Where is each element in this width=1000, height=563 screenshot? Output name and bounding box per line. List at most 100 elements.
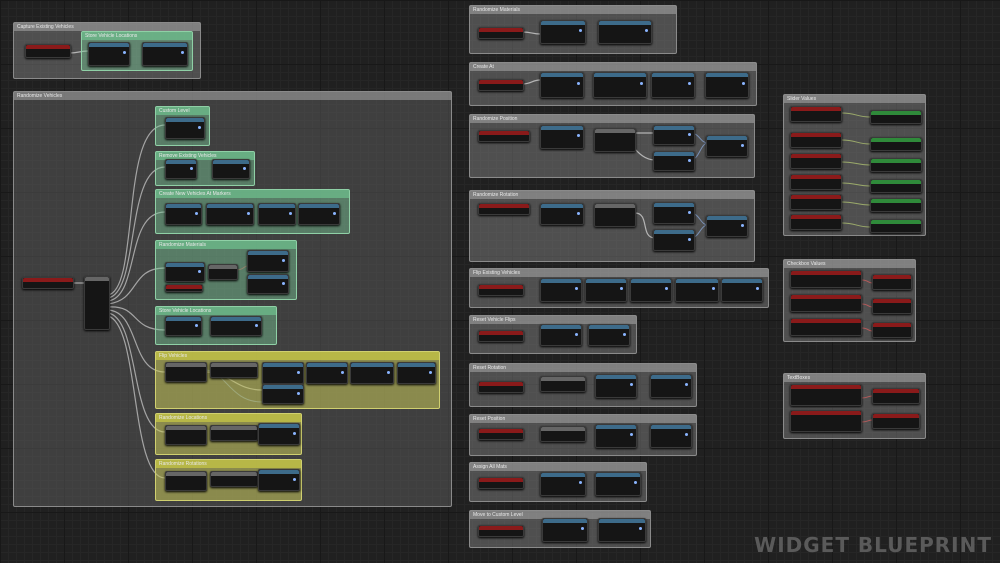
set-node[interactable] (872, 388, 920, 404)
function-node[interactable] (706, 135, 748, 157)
function-node[interactable] (165, 117, 205, 139)
function-node[interactable] (88, 42, 130, 66)
set-node[interactable] (870, 219, 922, 233)
event-node[interactable] (790, 174, 842, 190)
event-node[interactable] (478, 477, 524, 489)
event-node[interactable] (478, 27, 524, 39)
event-node[interactable] (790, 318, 862, 336)
function-node[interactable] (598, 20, 652, 44)
event-node[interactable] (478, 130, 530, 142)
function-node[interactable] (653, 125, 695, 145)
function-node[interactable] (540, 324, 582, 346)
event-node[interactable] (790, 294, 862, 312)
function-node[interactable] (585, 278, 627, 302)
function-node[interactable] (675, 278, 719, 302)
function-node[interactable] (630, 278, 672, 302)
function-node[interactable] (651, 72, 695, 98)
watermark: WIDGET BLUEPRINT (754, 533, 992, 557)
set-node[interactable] (872, 298, 912, 314)
set-node[interactable] (870, 110, 922, 124)
flow-node[interactable] (210, 425, 258, 441)
event-node[interactable] (790, 384, 862, 406)
function-node[interactable] (540, 203, 584, 225)
function-node[interactable] (542, 518, 588, 542)
set-node[interactable] (870, 158, 922, 172)
function-node[interactable] (595, 472, 641, 496)
function-node[interactable] (540, 472, 586, 496)
comment-title: Reset Vehicle Flips (470, 316, 636, 324)
function-node[interactable] (212, 159, 250, 179)
function-node[interactable] (588, 324, 630, 346)
comment-title: Store Vehicle Locations (82, 32, 192, 40)
function-node[interactable] (262, 384, 304, 404)
event-node[interactable] (478, 428, 524, 440)
set-node[interactable] (870, 179, 922, 193)
flow-node[interactable] (540, 426, 586, 442)
function-node[interactable] (247, 250, 289, 272)
function-node[interactable] (298, 203, 340, 225)
function-node[interactable] (350, 362, 394, 384)
function-node[interactable] (165, 159, 197, 179)
flow-node[interactable] (540, 376, 586, 392)
set-node[interactable] (870, 137, 922, 151)
flow-node[interactable] (165, 425, 207, 445)
event-node[interactable] (478, 284, 524, 296)
function-node[interactable] (210, 316, 262, 336)
event-node[interactable] (478, 79, 524, 91)
flow-node[interactable] (210, 471, 258, 487)
function-node[interactable] (595, 374, 637, 398)
function-node[interactable] (258, 203, 296, 225)
event-node[interactable] (478, 381, 524, 393)
event-node[interactable] (478, 330, 524, 342)
function-node[interactable] (721, 278, 763, 302)
event-node[interactable] (790, 270, 862, 288)
event-node[interactable] (790, 214, 842, 230)
function-node[interactable] (397, 362, 436, 384)
function-node[interactable] (595, 424, 637, 448)
set-node[interactable] (872, 274, 912, 290)
function-node[interactable] (540, 72, 584, 98)
function-node[interactable] (262, 362, 304, 384)
function-node[interactable] (540, 278, 582, 302)
function-node[interactable] (258, 469, 300, 491)
function-node[interactable] (540, 20, 586, 44)
function-node[interactable] (165, 316, 202, 336)
function-node[interactable] (258, 423, 300, 445)
sequence-node[interactable] (84, 276, 110, 330)
function-node[interactable] (598, 518, 646, 542)
function-node[interactable] (165, 262, 205, 282)
function-node[interactable] (653, 202, 695, 224)
flow-node[interactable] (210, 362, 258, 378)
function-node[interactable] (653, 151, 695, 171)
function-node[interactable] (653, 229, 695, 251)
flow-node[interactable] (594, 203, 636, 227)
function-node[interactable] (247, 274, 289, 294)
function-node[interactable] (705, 72, 749, 98)
event-node[interactable] (22, 277, 74, 289)
function-node[interactable] (306, 362, 348, 384)
event-node[interactable] (790, 410, 862, 432)
set-node[interactable] (872, 413, 920, 429)
function-node[interactable] (650, 424, 692, 448)
flow-node[interactable] (165, 471, 207, 491)
flow-node[interactable] (594, 128, 636, 152)
function-node[interactable] (142, 42, 188, 66)
flow-node[interactable] (208, 264, 238, 280)
event-node[interactable] (790, 153, 842, 169)
set-node[interactable] (870, 198, 922, 212)
function-node[interactable] (540, 125, 584, 149)
function-node[interactable] (650, 374, 692, 398)
flow-node[interactable] (165, 362, 207, 382)
event-node[interactable] (790, 194, 842, 210)
event-node[interactable] (478, 203, 530, 215)
function-node[interactable] (206, 203, 254, 225)
event-node[interactable] (790, 106, 842, 122)
event-node[interactable] (790, 132, 842, 148)
function-node[interactable] (165, 203, 202, 225)
event-node[interactable] (478, 525, 524, 537)
function-node[interactable] (706, 215, 748, 237)
event-node[interactable] (25, 44, 71, 58)
variable-node[interactable] (165, 284, 203, 292)
set-node[interactable] (872, 322, 912, 338)
function-node[interactable] (593, 72, 647, 98)
